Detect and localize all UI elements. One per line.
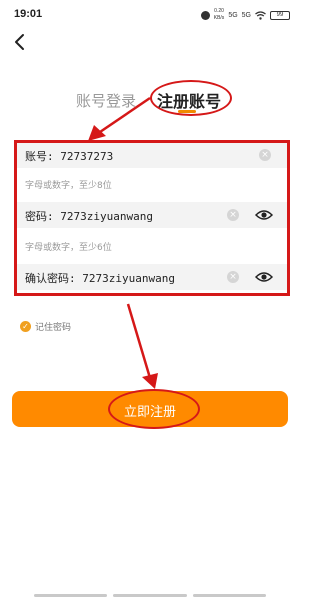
tab-login[interactable]: 账号登录 xyxy=(76,90,136,111)
status-time: 19:01 xyxy=(14,8,43,20)
register-screen: 19:01 0.20 KB/s 5G 5G 99 账号登录 注册账号 账号: 7… xyxy=(0,0,300,600)
annotation-frame-form xyxy=(14,140,290,296)
status-icons: 0.20 KB/s 5G 5G 99 xyxy=(200,8,290,22)
annotation-ellipse-button xyxy=(108,389,200,429)
signal-5g-icon-2: 5G xyxy=(241,11,251,19)
status-bar: 19:01 0.20 KB/s 5G 5G 99 xyxy=(0,0,300,28)
chevron-left-icon xyxy=(15,34,24,50)
back-button[interactable] xyxy=(10,32,30,52)
remember-password-label: 记住密码 xyxy=(35,323,72,333)
nav-bar-segment xyxy=(34,594,108,597)
remember-password[interactable]: ✓ 记住密码 xyxy=(20,320,71,333)
annotation-ellipse-tab xyxy=(150,80,232,116)
battery-icon: 99 xyxy=(270,10,290,20)
wifi-icon xyxy=(255,10,266,20)
network-speed: 0.20 KB/s xyxy=(213,8,225,21)
home-indicator xyxy=(34,594,266,597)
nav-bar-segment xyxy=(113,594,187,597)
nav-bar-segment xyxy=(192,594,266,597)
signal-5g-icon: 5G xyxy=(228,11,238,19)
arrow-form-to-button xyxy=(126,303,158,389)
check-icon[interactable]: ✓ xyxy=(20,321,31,332)
notification-icon xyxy=(200,10,210,20)
